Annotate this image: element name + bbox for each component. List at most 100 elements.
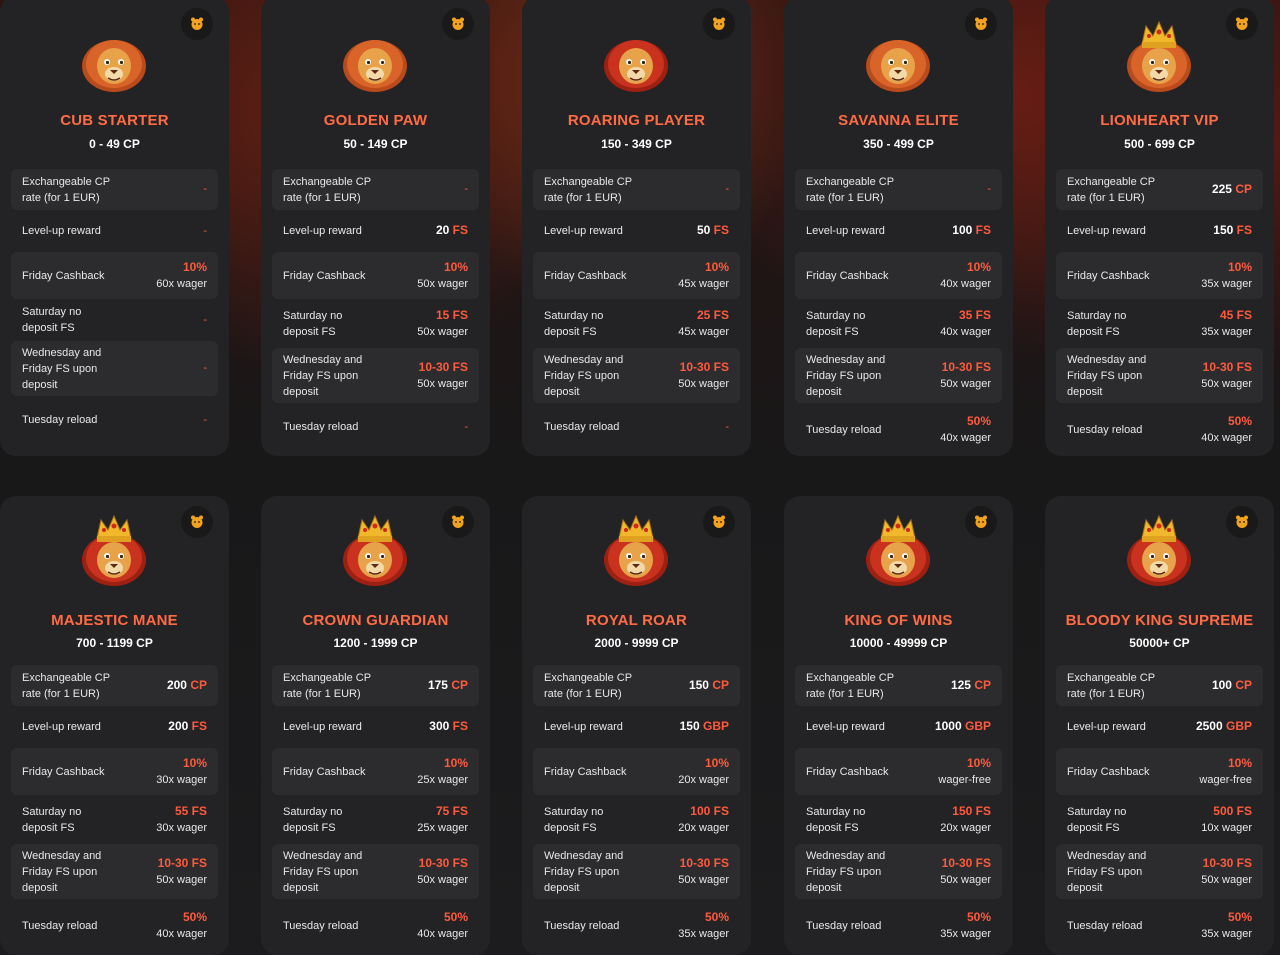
value-wager: 50x wager <box>156 873 207 886</box>
value-number: 300 <box>429 719 450 733</box>
reward-label: Tuesday reload <box>283 920 359 932</box>
value-amount: 50% <box>182 910 207 924</box>
tier-range: 0 - 49 CP <box>89 137 140 151</box>
reward-value: 200 FS <box>168 718 207 736</box>
reward-value: 10-30 FS 50x wager <box>1201 855 1252 889</box>
reward-row-saturday: Saturday no deposit FS 150 FS 20x wager <box>795 798 1002 841</box>
reward-value: 10-30 FS 50x wager <box>678 855 729 889</box>
reward-row-exchange: Exchangeable CP rate (for 1 EUR) 125 CP <box>795 665 1002 706</box>
value-amount: 10% <box>182 755 207 770</box>
empty-value: - <box>203 362 207 374</box>
tier-name: SAVANNA ELITE <box>838 112 959 129</box>
value-number: 150 <box>1213 223 1234 237</box>
tier-card: ROYAL ROAR 2000 - 9999 CP Exchangeable CP … <box>522 496 751 955</box>
reward-label: Tuesday reload <box>22 414 98 426</box>
value-amount: 45 FS <box>1219 307 1252 322</box>
value-amount: 10-30 FS <box>679 855 729 870</box>
reward-label: Saturday no deposit FS <box>544 309 604 338</box>
value-wager: 50x wager <box>678 873 729 886</box>
tier-card: BLOODY KING SUPREME 50000+ CP Exchangeable… <box>1045 496 1274 955</box>
value-amount: 10% <box>704 259 729 274</box>
reward-label: Friday Cashback <box>544 765 627 778</box>
reward-row-tuesday: Tuesday reload 50% 35x wager <box>533 902 740 950</box>
value-number: 200 <box>166 677 187 692</box>
reward-row-exchange: Exchangeable CP rate (for 1 EUR) 100 CP <box>1056 665 1263 706</box>
value-amount: 10% <box>1227 755 1252 770</box>
reward-value: 100 FS <box>952 222 991 240</box>
reward-value: 1000 GBP <box>935 718 991 736</box>
tier-card: ROARING PLAYER 150 - 349 CP Exchangeable C… <box>522 0 751 456</box>
value-unit: FS <box>452 719 468 733</box>
reward-row-saturday: Saturday no deposit FS 500 FS 10x wager <box>1056 798 1263 841</box>
tier-name: ROYAL ROAR <box>585 612 688 629</box>
reward-row-friday: Friday Cashback 10% 60x wager <box>11 252 218 299</box>
reward-label: Exchangeable CP rate (for 1 EUR) <box>806 671 894 700</box>
value-wager: 30x wager <box>156 773 207 786</box>
value-amount: 10-30 FS <box>1202 855 1252 870</box>
reward-row-tuesday: Tuesday reload - <box>533 406 740 448</box>
reward-label: Saturday no deposit FS <box>283 309 343 338</box>
reward-value: 150 FS <box>1213 222 1252 240</box>
reward-value: 50% 40x wager <box>417 909 468 943</box>
lion-avatar <box>79 508 149 588</box>
reward-value: 15 FS 50x wager <box>417 307 468 341</box>
reward-label: Friday Cashback <box>22 765 105 778</box>
reward-value: - <box>987 181 991 198</box>
reward-row-exchange: Exchangeable CP rate (for 1 EUR) - <box>11 169 218 210</box>
tier-card: LIONHEART VIP 500 - 699 CP Exchangeable CP… <box>1045 0 1274 456</box>
reward-value: 150 FS 20x wager <box>940 803 991 837</box>
value-number: 100 <box>952 223 973 237</box>
tier-name: KING OF WINS <box>844 612 953 629</box>
reward-row-tuesday: Tuesday reload 50% 40x wager <box>1056 406 1263 454</box>
reward-label: Tuesday reload <box>22 920 98 932</box>
reward-row-saturday: Saturday no deposit FS 75 FS 25x wager <box>272 798 479 841</box>
crown-emblem-icon <box>965 506 997 538</box>
value-amount: 100 FS <box>690 803 729 818</box>
value-unit: CP <box>190 677 207 692</box>
reward-label: Exchangeable CP rate (for 1 EUR) <box>1067 671 1155 700</box>
tier-range: 50000+ CP <box>1129 636 1190 650</box>
value-wager: 20x wager <box>678 821 729 834</box>
lion-profile-icon <box>442 506 474 538</box>
reward-row-friday: Friday Cashback 10% 35x wager <box>1056 252 1263 299</box>
reward-label: Tuesday reload <box>544 920 620 932</box>
reward-value: 200 CP <box>167 677 207 695</box>
reward-row-wedfri: Wednesday and Friday FS upon deposit 10-3… <box>795 348 1002 403</box>
reward-value: 300 FS <box>429 718 468 736</box>
reward-row-tuesday: Tuesday reload 50% 40x wager <box>795 406 1002 454</box>
value-unit: GBP <box>1225 719 1252 733</box>
value-amount: 55 FS <box>174 803 207 818</box>
tier-name: CROWN GUARDIAN <box>302 612 449 629</box>
value-wager: 25x wager <box>417 821 468 834</box>
reward-label: Friday Cashback <box>544 269 627 282</box>
value-wager: 40x wager <box>1201 432 1252 444</box>
value-number: 1000 <box>934 719 962 733</box>
reward-value: 10-30 FS 50x wager <box>417 359 468 393</box>
tier-range: 350 - 499 CP <box>863 137 934 151</box>
value-wager: 35x wager <box>678 928 729 940</box>
reward-value: 50% 35x wager <box>1201 909 1252 943</box>
lion-avatar <box>1124 508 1194 588</box>
reward-value: 10% 25x wager <box>417 755 468 789</box>
reward-value: 25 FS 45x wager <box>678 307 729 341</box>
reward-label: Wednesday and Friday FS upon deposit <box>283 353 363 398</box>
reward-row-levelup: Level-up reward 150 GBP <box>533 709 740 745</box>
value-amount: 50% <box>966 910 991 924</box>
reward-value: 10-30 FS 50x wager <box>156 855 207 889</box>
value-amount: 500 FS <box>1213 803 1252 818</box>
reward-list: Exchangeable CP rate (for 1 EUR) - Level-u… <box>272 169 479 451</box>
reward-label: Saturday no deposit FS <box>283 805 343 834</box>
value-number: 225 <box>1211 181 1232 196</box>
reward-value: 45 FS 35x wager <box>1201 307 1252 341</box>
reward-label: Saturday no deposit FS <box>22 306 82 334</box>
empty-value: - <box>725 183 729 195</box>
reward-row-tuesday: Tuesday reload 50% 35x wager <box>1056 902 1263 950</box>
reward-label: Exchangeable CP rate (for 1 EUR) <box>544 671 632 700</box>
reward-row-wedfri: Wednesday and Friday FS upon deposit 10-3… <box>533 348 740 403</box>
reward-label: Friday Cashback <box>283 765 366 778</box>
reward-row-tuesday: Tuesday reload 50% 40x wager <box>11 902 218 950</box>
reward-label: Wednesday and Friday FS upon deposit <box>283 849 363 894</box>
value-amount: 10% <box>443 259 468 274</box>
reward-row-saturday: Saturday no deposit FS 100 FS 20x wager <box>533 798 740 841</box>
lion-avatar <box>340 508 410 588</box>
